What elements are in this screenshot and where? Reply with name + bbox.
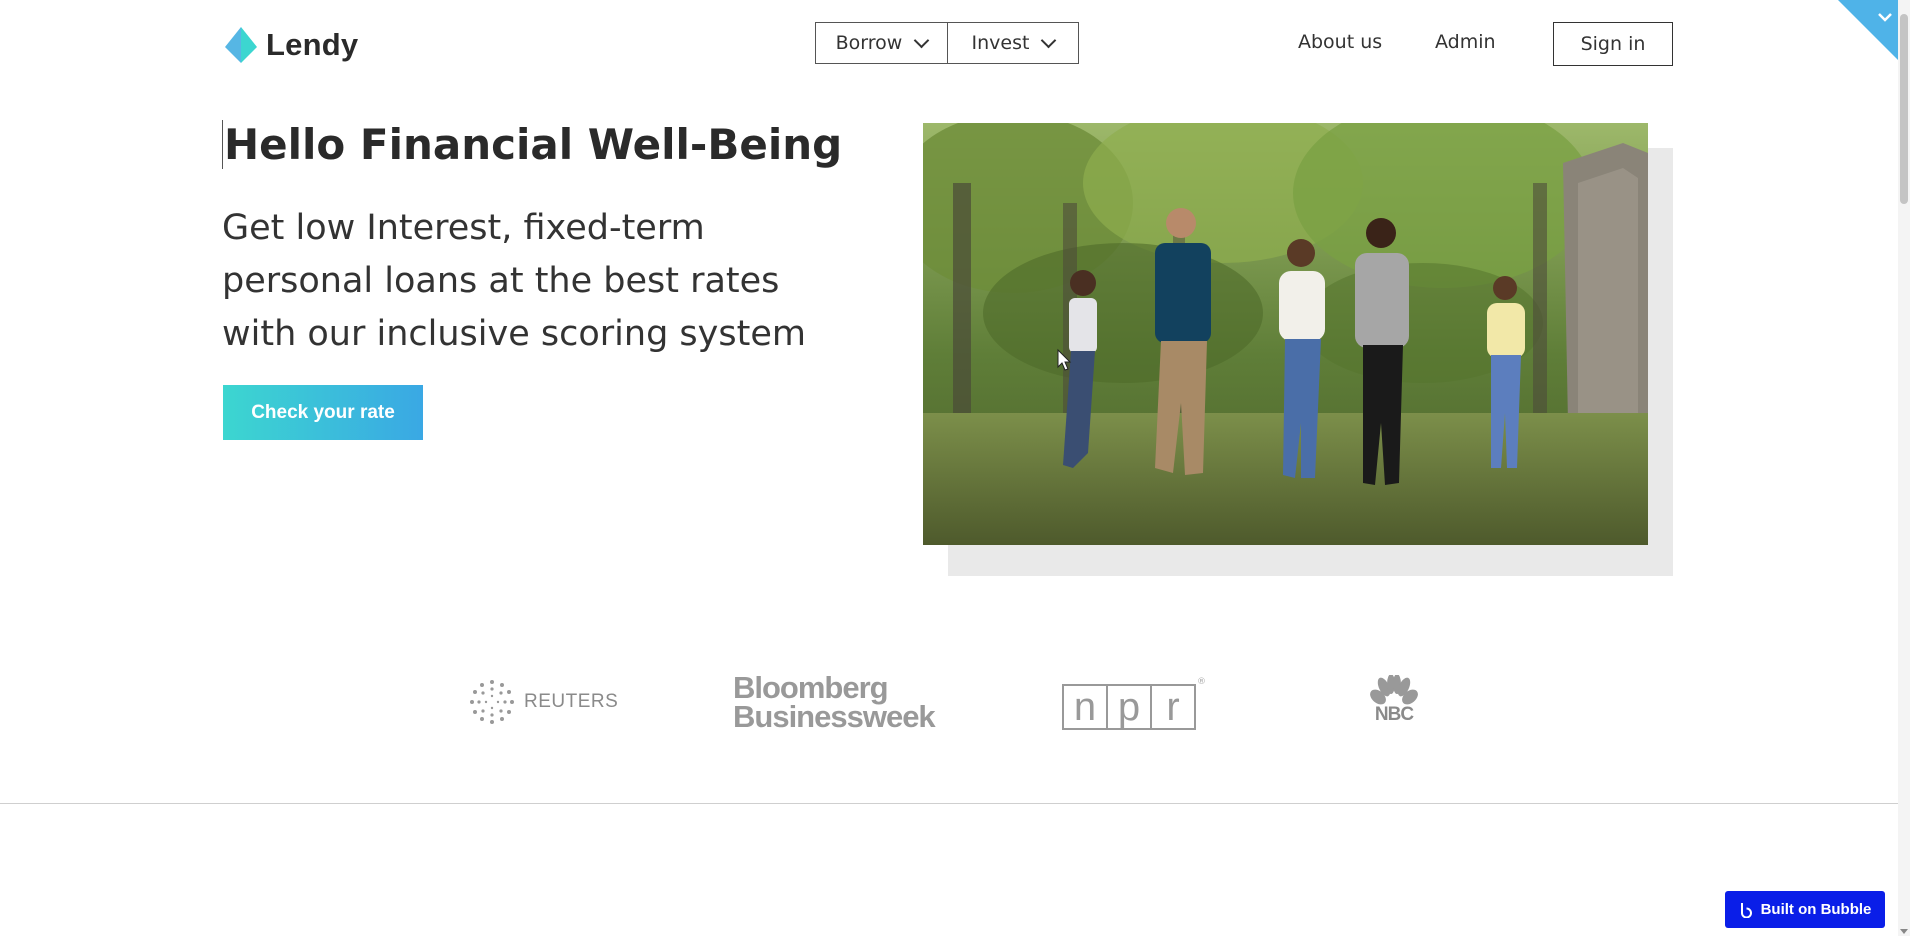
- nbc-wordmark: NBC: [1374, 704, 1414, 725]
- borrow-label: Borrow: [835, 32, 903, 54]
- nav-dropdowns: Borrow Invest: [815, 22, 1079, 64]
- npr-registered-mark: ®: [1197, 677, 1206, 687]
- corner-toggle-tab[interactable]: [1838, 0, 1900, 62]
- reuters-wordmark: REUTERS: [524, 691, 619, 712]
- businessweek-wordmark: Businessweek: [733, 699, 936, 734]
- npr-logo: n p r ®: [1062, 677, 1206, 737]
- lendy-logo-icon: [225, 27, 257, 63]
- brand-logo[interactable]: Lendy: [222, 25, 358, 65]
- admin-link[interactable]: Admin: [1435, 31, 1496, 53]
- nbc-logo: NBC: [1370, 675, 1418, 735]
- about-us-link[interactable]: About us: [1298, 31, 1382, 53]
- father-figure: [1155, 208, 1211, 475]
- bloomberg-businessweek-logo: Bloomberg Businessweek: [733, 670, 936, 734]
- chevron-down-icon: [914, 32, 930, 48]
- scroll-down-arrow-icon[interactable]: [1900, 929, 1908, 934]
- section-divider: [0, 803, 1898, 804]
- built-on-bubble-badge[interactable]: Built on Bubble: [1725, 891, 1885, 928]
- scrollbar-thumb[interactable]: [1900, 14, 1908, 204]
- bubble-logo-icon: [1740, 902, 1752, 918]
- built-on-bubble-label: Built on Bubble: [1760, 901, 1872, 918]
- brand-name: Lendy: [266, 27, 359, 62]
- sign-in-button[interactable]: Sign in: [1553, 22, 1673, 66]
- invest-dropdown[interactable]: Invest: [947, 22, 1079, 64]
- reuters-logo: REUTERS: [468, 672, 618, 732]
- hero-subtitle: Get low Interest, fixed-term personal lo…: [222, 208, 806, 354]
- hero-family-photo: [923, 123, 1648, 545]
- npr-letter-n: n: [1062, 684, 1108, 730]
- chevron-down-icon: [1041, 32, 1057, 48]
- npr-letter-p: p: [1106, 684, 1152, 730]
- bloomberg-wordmark: Bloomberg: [733, 670, 889, 705]
- hero-title: Hello Financial Well-Being: [222, 120, 843, 169]
- invest-label: Invest: [971, 32, 1030, 54]
- page-scrollbar[interactable]: [1898, 0, 1910, 936]
- borrow-dropdown[interactable]: Borrow: [815, 22, 948, 64]
- npr-letter-r: r: [1150, 684, 1196, 730]
- nbc-peacock-icon: [1370, 675, 1418, 705]
- check-your-rate-button[interactable]: Check your rate: [223, 385, 423, 440]
- reuters-dots-icon: [470, 680, 514, 724]
